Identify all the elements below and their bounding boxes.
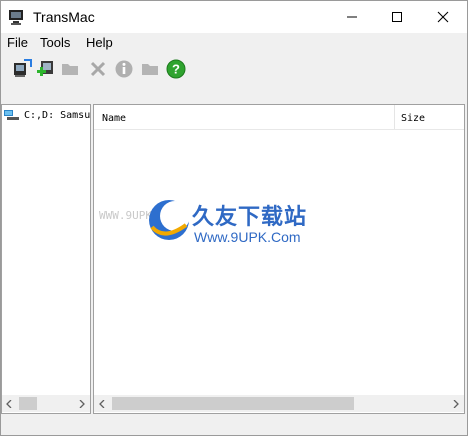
- status-bar: [1, 415, 467, 435]
- list-header: Name Size: [94, 105, 464, 130]
- close-icon: [437, 11, 449, 23]
- scroll-right-icon[interactable]: [78, 400, 86, 408]
- add-file-icon[interactable]: [35, 58, 57, 80]
- column-divider[interactable]: [394, 105, 395, 129]
- list-scroll-thumb[interactable]: [112, 397, 354, 410]
- title-bar: TransMac: [1, 1, 467, 33]
- svg-text:?: ?: [172, 62, 180, 77]
- computer-drive-icon: [4, 110, 19, 120]
- watermark-url: Www.9UPK.Com: [194, 229, 301, 245]
- tree-scroll-thumb[interactable]: [19, 397, 37, 410]
- scroll-right-icon[interactable]: [452, 400, 460, 408]
- tree-hscrollbar[interactable]: [2, 395, 90, 412]
- tree-item-label: C:,D: Samsu: [24, 109, 91, 121]
- list-hscrollbar[interactable]: [94, 395, 464, 412]
- drive-tree-panel[interactable]: C:,D: Samsu: [1, 104, 91, 414]
- app-monitor-icon: [9, 10, 23, 25]
- close-button[interactable]: [420, 1, 466, 33]
- menu-file[interactable]: File: [7, 35, 28, 50]
- folder-icon: [142, 64, 158, 75]
- menu-bar: File Tools Help: [1, 33, 467, 54]
- folder-icon: [62, 64, 78, 75]
- scroll-left-icon[interactable]: [98, 400, 106, 408]
- menu-help[interactable]: Help: [86, 35, 113, 50]
- tree-item-drive[interactable]: C:,D: Samsu: [4, 109, 90, 121]
- column-size[interactable]: Size: [401, 113, 425, 124]
- minimize-button[interactable]: [329, 1, 375, 33]
- column-name[interactable]: Name: [102, 113, 126, 124]
- maximize-icon: [392, 12, 402, 22]
- file-list-panel[interactable]: Name Size WWW.9UPK.COM 久友下载站 Www.9UPK.Co…: [93, 104, 465, 414]
- watermark-brand: 久友下载站: [192, 205, 308, 230]
- maximize-button[interactable]: [374, 1, 420, 33]
- minimize-icon: [347, 16, 357, 18]
- watermark-logo: [149, 200, 190, 240]
- disk-image-icon[interactable]: [11, 58, 33, 80]
- scroll-left-icon[interactable]: [5, 400, 13, 408]
- delete-x-icon: [90, 61, 106, 77]
- menu-tools[interactable]: Tools: [40, 35, 70, 50]
- help-icon[interactable]: ?: [165, 58, 187, 80]
- window-title: TransMac: [33, 9, 95, 25]
- app-window: TransMac File Tools Help ? C:,D: Samsu N…: [0, 0, 468, 436]
- toolbar: ?: [1, 55, 467, 85]
- info-icon: [115, 60, 133, 78]
